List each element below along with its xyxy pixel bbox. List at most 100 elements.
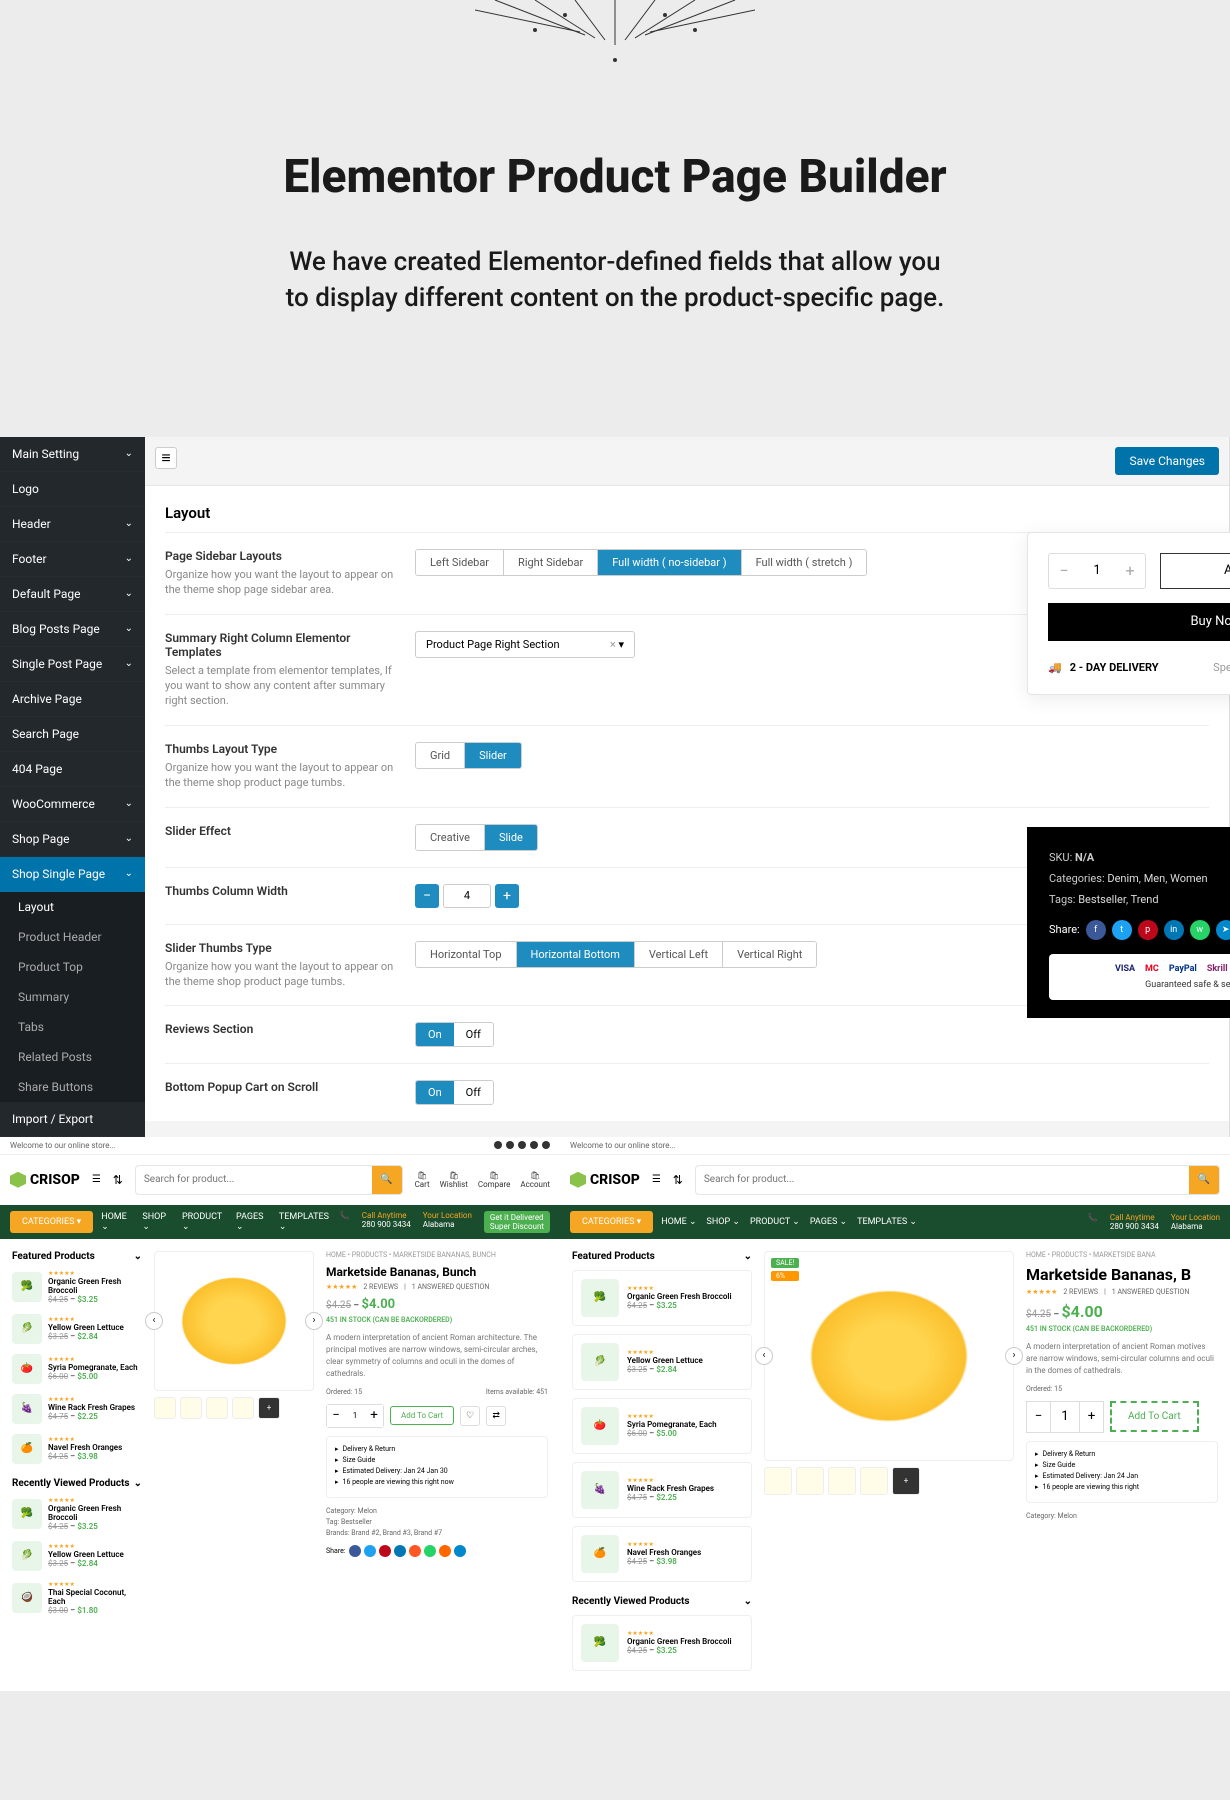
nav-item[interactable]: Archive Page — [0, 682, 145, 717]
add-to-cart-button[interactable]: Add to cart — [1160, 553, 1230, 589]
nav-item[interactable]: Default Page⌄ — [0, 577, 145, 612]
thumb-image[interactable] — [828, 1467, 856, 1495]
segment-option[interactable]: Slide — [485, 825, 537, 850]
product-item[interactable]: 🥬★★★★★Yellow Green Lettuce$3.25 – $2.84 — [12, 1314, 142, 1344]
subnav-item[interactable]: Tabs — [0, 1012, 145, 1042]
search-box[interactable]: 🔍 — [695, 1165, 1220, 1195]
product-item[interactable]: 🥬★★★★★Yellow Green Lettuce$3.25 – $2.84 — [12, 1541, 142, 1571]
subnav-item[interactable]: Product Header — [0, 922, 145, 952]
segment-option[interactable]: Vertical Right — [723, 942, 816, 967]
popup-cart-toggle[interactable]: On Off — [415, 1080, 494, 1105]
decrement-button[interactable]: − — [415, 884, 439, 908]
chevron-down-icon[interactable]: ⌄ — [134, 1251, 142, 1262]
search-button[interactable]: 🔍 — [372, 1165, 402, 1195]
rss-icon[interactable] — [439, 1545, 451, 1557]
nav-item[interactable]: Search Page — [0, 717, 145, 752]
nav-item[interactable]: Import / Export — [0, 1102, 145, 1137]
segment-option[interactable]: Horizontal Top — [416, 942, 517, 967]
product-item[interactable]: 🥦★★★★★Organic Green Fresh Broccoli$4.25 … — [12, 1270, 142, 1304]
reorder-icon[interactable]: ≡ — [155, 447, 177, 469]
buy-now-button[interactable]: Buy Now — [1048, 603, 1230, 641]
nav-item[interactable]: Single Post Page⌄ — [0, 647, 145, 682]
categories-button[interactable]: CATEGORIES ▾ — [570, 1211, 653, 1233]
menu-icon[interactable]: ☰ — [652, 1174, 661, 1185]
shop-logo[interactable]: CRISOP — [570, 1172, 640, 1188]
thumb-image[interactable] — [154, 1397, 176, 1419]
nav-link[interactable]: SHOP ⌄ — [142, 1212, 172, 1232]
segment-option[interactable]: Slider — [465, 743, 521, 768]
prev-image-button[interactable]: ‹ — [145, 1312, 163, 1330]
product-item[interactable]: 🥥★★★★★Thai Special Coconut, Each$3.00 – … — [12, 1581, 142, 1615]
chevron-down-icon[interactable]: ⌄ — [134, 1478, 142, 1489]
nav-item[interactable]: Shop Page⌄ — [0, 822, 145, 857]
segment-option[interactable]: Full width ( no-sidebar ) — [598, 550, 741, 575]
linkedin-icon[interactable] — [394, 1545, 406, 1557]
product-item[interactable]: 🥦★★★★★Organic Green Fresh Broccoli$4.25 … — [572, 1615, 752, 1671]
product-item[interactable]: 🍇★★★★★Wine Rack Fresh Grapes$4.75 – $2.2… — [12, 1394, 142, 1424]
search-input[interactable] — [696, 1174, 1189, 1185]
nav-item[interactable]: Logo — [0, 472, 145, 507]
nav-link[interactable]: PRODUCT ⌄ — [750, 1217, 800, 1227]
product-main-image[interactable]: ‹ › — [154, 1251, 314, 1391]
next-image-button[interactable]: › — [305, 1312, 323, 1330]
subnav-item[interactable]: Share Buttons — [0, 1072, 145, 1102]
segment-option[interactable]: Horizontal Bottom — [517, 942, 635, 967]
quantity-stepper[interactable]: − + — [1048, 553, 1146, 589]
header-icon[interactable]: 🛍Account — [520, 1171, 550, 1189]
nav-link[interactable]: TEMPLATES ⌄ — [279, 1212, 332, 1232]
qty-stepper[interactable]: −+ — [1026, 1401, 1104, 1433]
nav-item[interactable]: Main Setting⌄ — [0, 437, 145, 472]
nav-link[interactable]: HOME ⌄ — [101, 1212, 132, 1232]
product-item[interactable]: 🥦★★★★★Organic Green Fresh Broccoli$4.25 … — [572, 1270, 752, 1326]
nav-item[interactable]: WooCommerce⌄ — [0, 787, 145, 822]
nav-link[interactable]: PAGES ⌄ — [236, 1212, 269, 1232]
shop-logo[interactable]: CRISOP — [10, 1172, 80, 1188]
nav-item[interactable]: 404 Page — [0, 752, 145, 787]
thumb-image[interactable] — [796, 1467, 824, 1495]
product-item[interactable]: 🥬★★★★★Yellow Green Lettuce$3.25 – $2.84 — [572, 1334, 752, 1390]
search-box[interactable]: 🔍 — [135, 1165, 403, 1195]
menu-icon[interactable]: ☰ — [92, 1174, 101, 1185]
nav-link[interactable]: PAGES ⌄ — [810, 1217, 847, 1227]
facebook-icon[interactable]: f — [1086, 920, 1106, 940]
product-item[interactable]: 🍅★★★★★Syria Pomegranate, Each$6.00 – $5.… — [12, 1354, 142, 1384]
qty-stepper[interactable]: −+ — [326, 1404, 384, 1428]
nav-link[interactable]: TEMPLATES ⌄ — [857, 1217, 917, 1227]
subnav-item[interactable]: Summary — [0, 982, 145, 1012]
thumb-more[interactable]: + — [892, 1467, 920, 1495]
thumb-more[interactable]: + — [258, 1397, 280, 1419]
linkedin-icon[interactable]: in — [1164, 920, 1184, 940]
whatsapp-icon[interactable] — [424, 1545, 436, 1557]
nav-item[interactable]: Blog Posts Page⌄ — [0, 612, 145, 647]
segment-option[interactable]: Left Sidebar — [416, 550, 504, 575]
clear-icon[interactable]: × — [610, 638, 616, 651]
thumb-image[interactable] — [764, 1467, 792, 1495]
segment-option[interactable]: Right Sidebar — [504, 550, 598, 575]
segment-option[interactable]: Vertical Left — [635, 942, 723, 967]
reviews-toggle[interactable]: On Off — [415, 1022, 494, 1047]
reddit-icon[interactable] — [409, 1545, 421, 1557]
telegram-icon[interactable]: ➤ — [1216, 920, 1230, 940]
product-item[interactable]: 🥦★★★★★Organic Green Fresh Broccoli$4.25 … — [12, 1497, 142, 1531]
facebook-icon[interactable] — [349, 1545, 361, 1557]
prev-image-button[interactable]: ‹ — [755, 1347, 773, 1365]
product-item[interactable]: 🍊★★★★★Navel Fresh Oranges$4.25 – $3.98 — [572, 1526, 752, 1582]
thumb-image[interactable] — [232, 1397, 254, 1419]
twitter-icon[interactable]: t — [1112, 920, 1132, 940]
compare-icon[interactable]: ⇄ — [486, 1406, 506, 1426]
subnav-item[interactable]: Layout — [0, 892, 145, 922]
column-width-input[interactable] — [443, 884, 491, 908]
search-input[interactable] — [136, 1174, 372, 1185]
pinterest-icon[interactable]: p — [1138, 920, 1158, 940]
nav-link[interactable]: SHOP ⌄ — [707, 1217, 740, 1227]
chevron-down-icon[interactable]: ⌄ — [744, 1251, 752, 1262]
qty-input[interactable] — [1079, 554, 1115, 588]
segment-option[interactable]: Full width ( stretch ) — [742, 550, 867, 575]
product-item[interactable]: 🍇★★★★★Wine Rack Fresh Grapes$4.75 – $2.2… — [572, 1462, 752, 1518]
thumb-image[interactable] — [206, 1397, 228, 1419]
telegram-icon[interactable] — [454, 1545, 466, 1557]
filter-icon[interactable]: ⇅ — [113, 1173, 123, 1187]
qty-minus-button[interactable]: − — [1049, 554, 1079, 588]
categories-button[interactable]: CATEGORIES ▾ — [10, 1211, 93, 1233]
search-button[interactable]: 🔍 — [1189, 1165, 1219, 1195]
